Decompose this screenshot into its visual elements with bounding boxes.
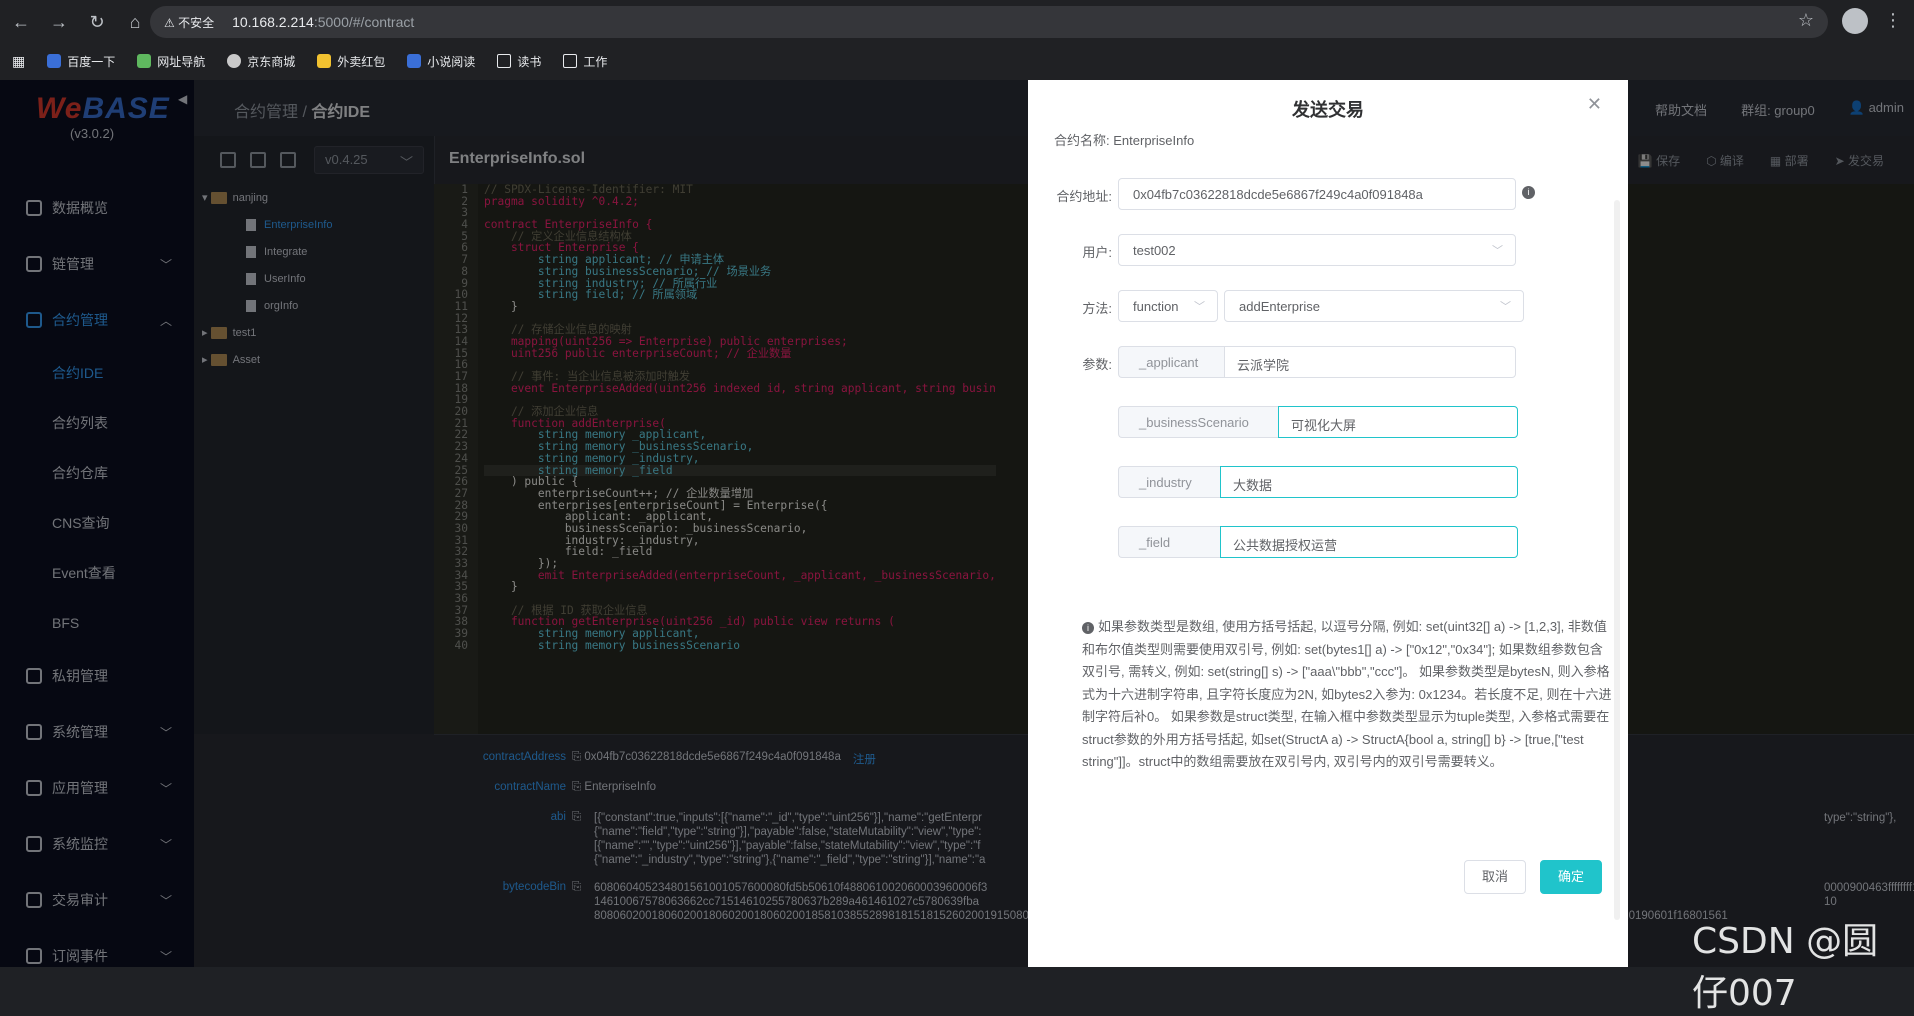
security-warning[interactable]: ⚠ 不安全 bbox=[164, 14, 214, 31]
bookmark-star-icon[interactable]: ☆ bbox=[1798, 10, 1814, 31]
bookmark-folder-read[interactable]: 读书 bbox=[497, 53, 541, 70]
param-field: _field 公共数据授权运营 bbox=[1118, 526, 1518, 558]
contract-name-row: 合约名称: EnterpriseInfo bbox=[1054, 133, 1195, 148]
address-label: 合约地址: bbox=[1056, 189, 1112, 204]
address-bar[interactable]: ⚠ 不安全 10.168.2.214:5000/#/contract ☆ bbox=[150, 6, 1828, 38]
user-select[interactable]: test002 ﹀ bbox=[1118, 234, 1516, 266]
method-type-select[interactable]: function ﹀ bbox=[1118, 290, 1218, 322]
info-icon: i bbox=[1082, 622, 1094, 634]
novel-icon bbox=[407, 54, 422, 68]
cancel-button[interactable]: 取消 bbox=[1464, 860, 1526, 894]
contract-address-field[interactable]: 0x04fb7c03622818dcde5e6867f249c4a0f09184… bbox=[1118, 178, 1516, 210]
chevron-down-icon: ﹀ bbox=[1492, 245, 1503, 257]
method-name-select[interactable]: addEnterprise ﹀ bbox=[1224, 290, 1524, 322]
param-format-tip: i 如果参数类型是数组, 使用方括号括起, 以逗号分隔, 例如: set(uint… bbox=[1082, 619, 1612, 769]
browser-chrome: ← → ↻ ⌂ ⚠ 不安全 10.168.2.214:5000/#/contra… bbox=[0, 0, 1914, 80]
reload-icon[interactable]: ↻ bbox=[80, 5, 114, 39]
info-icon[interactable]: i bbox=[1522, 186, 1535, 199]
home-icon[interactable]: ⌂ bbox=[118, 5, 152, 39]
dialog-title: 发送交易 bbox=[1292, 100, 1364, 120]
param-business-scenario-input[interactable]: 可视化大屏 bbox=[1278, 406, 1518, 438]
bookmark-baidu[interactable]: 百度一下 bbox=[47, 53, 115, 70]
apps-grid-icon[interactable]: ▦ bbox=[12, 53, 25, 70]
folder-icon bbox=[497, 54, 512, 68]
method-label: 方法: bbox=[1082, 301, 1112, 316]
back-icon[interactable]: ← bbox=[4, 5, 38, 39]
send-transaction-dialog: 发送交易 ✕ 合约名称: EnterpriseInfo 合约地址: 0x04fb… bbox=[1028, 80, 1628, 967]
param-field-input[interactable]: 公共数据授权运营 bbox=[1220, 526, 1518, 558]
param-applicant-input[interactable]: 云派学院 bbox=[1224, 346, 1516, 378]
param-applicant: _applicant 云派学院 bbox=[1118, 346, 1516, 378]
dialog-scrollbar[interactable] bbox=[1614, 200, 1620, 920]
bookmarks-bar: ▦ 百度一下 网址导航 京东商城 外卖红包 小说阅读 读书 工作 bbox=[0, 46, 1914, 76]
chevron-down-icon: ﹀ bbox=[1194, 301, 1205, 313]
confirm-button[interactable]: 确定 bbox=[1540, 860, 1602, 894]
bookmark-jd[interactable]: 京东商城 bbox=[227, 53, 295, 70]
bookmark-nav[interactable]: 网址导航 bbox=[137, 53, 205, 70]
param-industry: _industry 大数据 bbox=[1118, 466, 1518, 498]
param-business-scenario: _businessScenario 可视化大屏 bbox=[1118, 406, 1518, 438]
close-icon[interactable]: ✕ bbox=[1587, 94, 1602, 115]
url-text[interactable]: 10.168.2.214:5000/#/contract bbox=[232, 14, 414, 30]
waimai-icon bbox=[317, 54, 332, 68]
globe-icon bbox=[227, 54, 242, 68]
address-row: ← → ↻ ⌂ ⚠ 不安全 10.168.2.214:5000/#/contra… bbox=[0, 0, 1914, 44]
chevron-down-icon: ﹀ bbox=[1500, 301, 1511, 313]
param-label: 参数: bbox=[1082, 357, 1112, 372]
user-label: 用户: bbox=[1082, 245, 1112, 260]
baidu-icon bbox=[47, 54, 62, 68]
bookmark-novel[interactable]: 小说阅读 bbox=[407, 53, 475, 70]
profile-avatar-icon[interactable] bbox=[1842, 8, 1868, 34]
url-path: :5000/#/contract bbox=[313, 14, 415, 30]
browser-menu-icon[interactable]: ⋮ bbox=[1884, 10, 1902, 31]
bookmark-folder-work[interactable]: 工作 bbox=[563, 53, 607, 70]
param-industry-input[interactable]: 大数据 bbox=[1220, 466, 1518, 498]
csdn-watermark: CSDN @圆仔007 bbox=[1692, 921, 1879, 1014]
url-host: 10.168.2.214 bbox=[232, 14, 314, 30]
folder-icon bbox=[563, 54, 578, 68]
nav-site-icon bbox=[137, 54, 152, 68]
bookmark-waimai[interactable]: 外卖红包 bbox=[317, 53, 385, 70]
forward-icon[interactable]: → bbox=[42, 5, 76, 39]
